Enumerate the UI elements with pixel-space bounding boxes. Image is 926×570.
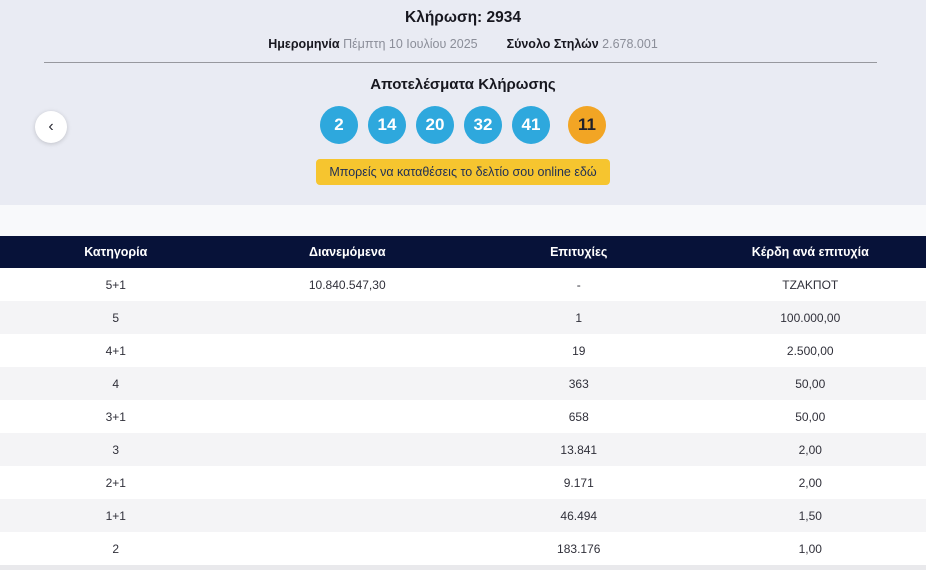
table-cell: 658 — [568, 409, 589, 424]
table-cell: 4+1 — [105, 343, 126, 358]
table-cell: 363 — [568, 376, 589, 391]
date-label: Ημερομηνία — [268, 37, 340, 51]
table-row: 4 363 50,00 — [0, 367, 926, 400]
table-body: 5+1 10.840.547,30 - ΤΖΑΚΠΟΤ 5 1 100.000,00 4+1 1… — [0, 268, 926, 565]
bonus-ball: 11 — [568, 106, 606, 144]
table-cell: 1,00 — [798, 541, 822, 556]
column-header-distributed: Διανεμόμενα — [308, 245, 386, 259]
prize-table: Κατηγορία Διανεμόμενα Επιτυχίες Κέρδη αν… — [0, 236, 926, 565]
column-header-category: Κατηγορία — [84, 245, 148, 259]
number-ball: 32 — [464, 106, 502, 144]
table-row: 4+1 19 2.500,00 — [0, 334, 926, 367]
table-cell: 1 — [575, 310, 583, 325]
table-cell: 10.840.547,30 — [308, 277, 386, 292]
table-row: 2 183.176 1,00 — [0, 532, 926, 565]
table-row: 1+1 46.494 1,50 — [0, 499, 926, 532]
number-ball: 41 — [512, 106, 550, 144]
draw-section: Κλήρωση: 2934 Ημερομηνία Πέμπτη 10 Ιουλί… — [0, 0, 926, 205]
columns-value: 2.678.001 — [602, 37, 658, 51]
table-cell: 3 — [112, 442, 120, 457]
table-cell: 9.171 — [563, 475, 594, 490]
results-heading: Αποτελέσματα Κλήρωσης — [370, 76, 556, 93]
table-cell: - — [576, 277, 581, 292]
winning-numbers: 2 14 20 32 41 11 — [0, 106, 926, 144]
table-cell: 4 — [112, 376, 120, 391]
table-cell: 2,00 — [798, 475, 822, 490]
table-cell: 2,00 — [798, 442, 822, 457]
table-cell: 1,50 — [798, 508, 822, 523]
number-ball: 20 — [416, 106, 454, 144]
table-cell: 3+1 — [105, 409, 126, 424]
table-row: 5 1 100.000,00 — [0, 301, 926, 334]
table-row: 3 13.841 2,00 — [0, 433, 926, 466]
columns-label: Σύνολο Στηλών — [506, 37, 599, 51]
column-header-prize-per-winner: Κέρδη ανά επιτυχία — [751, 245, 869, 259]
table-cell: 46.494 — [560, 508, 598, 523]
previous-draw-button[interactable]: ‹ — [35, 111, 67, 143]
table-cell: 1+1 — [105, 508, 126, 523]
table-row: 5+1 10.840.547,30 - ΤΖΑΚΠΟΤ — [0, 268, 926, 301]
number-ball: 14 — [368, 106, 406, 144]
table-cell: 2.500,00 — [786, 343, 834, 358]
table-header-row: Κατηγορία Διανεμόμενα Επιτυχίες Κέρδη αν… — [0, 236, 926, 268]
number-ball: 2 — [320, 106, 358, 144]
section-divider — [44, 62, 877, 63]
table-cell: 5 — [112, 310, 120, 325]
table-cell: ΤΖΑΚΠΟΤ — [782, 277, 839, 292]
bottom-strip — [0, 565, 926, 570]
table-cell: 2 — [112, 541, 120, 556]
date-value: Πέμπτη 10 Ιουλίου 2025 — [343, 37, 478, 51]
table-row: 2+1 9.171 2,00 — [0, 466, 926, 499]
table-cell: 19 — [572, 343, 586, 358]
table-cell: 2+1 — [105, 475, 126, 490]
chevron-left-icon: ‹ — [48, 118, 54, 135]
table-cell: 13.841 — [560, 442, 598, 457]
table-cell: 50,00 — [795, 409, 826, 424]
submit-slip-online-button[interactable]: Μπορείς να καταθέσεις το δελτίο σου onli… — [316, 159, 610, 185]
table-cell: 50,00 — [795, 376, 826, 391]
table-cell: 183.176 — [557, 541, 601, 556]
column-header-winners: Επιτυχίες — [550, 245, 608, 259]
draw-meta: Ημερομηνία Πέμπτη 10 Ιουλίου 2025 Σύνολο… — [0, 37, 926, 51]
table-cell: 5+1 — [105, 277, 126, 292]
table-row: 3+1 658 50,00 — [0, 400, 926, 433]
draw-title: Κλήρωση: 2934 — [405, 9, 521, 26]
section-gap — [0, 205, 926, 236]
table-cell: 100.000,00 — [780, 310, 841, 325]
